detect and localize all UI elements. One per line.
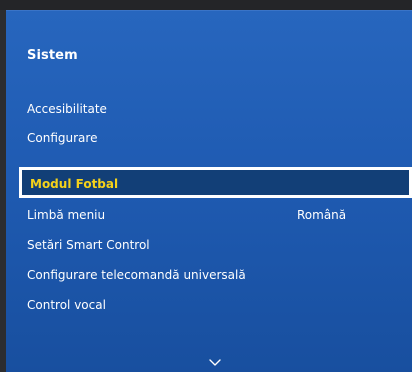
menu-item-smart-control-settings[interactable]: Setări Smart Control [27,238,150,252]
menu-item-menu-language[interactable]: Limbă meniu Română [27,208,346,222]
menu-item-label: Limbă meniu [27,208,106,222]
menu-item-universal-remote-setup[interactable]: Configurare telecomandă universală [27,268,246,282]
menu-item-label: Accesibilitate [27,102,107,116]
menu-item-label: Configurare [27,131,98,145]
menu-item-football-mode[interactable]: Modul Fotbal [19,167,412,198]
tv-screen: Sistem Accesibilitate Configurare Modul … [0,0,412,372]
menu-item-voice-control[interactable]: Control vocal [27,298,106,312]
menu-item-setup[interactable]: Configurare [27,131,97,145]
chevron-down-icon[interactable] [209,359,221,367]
system-menu-panel: Sistem Accesibilitate Configurare Modul … [6,10,412,372]
menu-item-label: Setări Smart Control [27,238,150,252]
menu-title: Sistem [27,48,78,63]
menu-item-label: Modul Fotbal [30,177,119,191]
menu-language-value: Română [297,208,347,222]
menu-item-label: Configurare telecomandă universală [27,268,246,282]
top-bar [0,0,412,10]
menu-item-label: Control vocal [27,298,106,312]
menu-item-accessibility[interactable]: Accesibilitate [27,102,107,116]
